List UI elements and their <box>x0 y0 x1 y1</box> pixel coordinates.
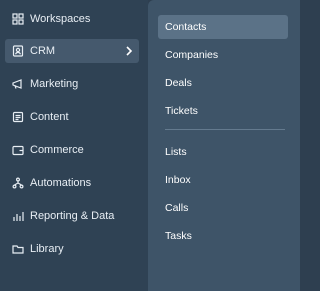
sidebar-item-content[interactable]: Content <box>5 105 139 129</box>
megaphone-icon <box>12 78 24 90</box>
submenu-item-companies[interactable]: Companies <box>158 43 288 67</box>
sidebar-item-marketing[interactable]: Marketing <box>5 72 139 96</box>
workflow-icon <box>12 177 24 189</box>
wallet-icon <box>12 144 24 156</box>
submenu-item-contacts[interactable]: Contacts <box>158 15 288 39</box>
sidebar-item-automations[interactable]: Automations <box>5 171 139 195</box>
sidebar-item-label: Automations <box>30 177 92 189</box>
sidebar-item-label: Marketing <box>30 78 79 90</box>
sidebar-item-workspaces[interactable]: Workspaces <box>5 7 139 31</box>
sidebar-nav: Workspaces CRM Marketing Content Commerc… <box>0 0 148 291</box>
sidebar-item-library[interactable]: Library <box>5 237 139 261</box>
submenu-item-deals[interactable]: Deals <box>158 71 288 95</box>
submenu-item-lists[interactable]: Lists <box>158 140 288 164</box>
sidebar-item-label: Reporting & Data <box>30 210 115 222</box>
bar-chart-icon <box>12 210 24 222</box>
sidebar-item-reporting[interactable]: Reporting & Data <box>5 204 139 228</box>
document-icon <box>12 111 24 123</box>
submenu-item-tasks[interactable]: Tasks <box>158 224 288 248</box>
sidebar-item-commerce[interactable]: Commerce <box>5 138 139 162</box>
folder-icon <box>12 243 24 255</box>
sidebar-item-label: Content <box>30 111 69 123</box>
sidebar-item-label: CRM <box>30 45 56 57</box>
contact-card-icon <box>12 45 24 57</box>
crm-submenu: Contacts Companies Deals Tickets Lists I… <box>148 0 300 291</box>
sidebar-item-label: Commerce <box>30 144 84 156</box>
sidebar-item-crm[interactable]: CRM <box>5 39 139 63</box>
sidebar-item-label: Library <box>30 243 64 255</box>
chevron-right-icon <box>125 45 133 57</box>
grid-icon <box>12 13 24 25</box>
sidebar-item-label: Workspaces <box>30 13 91 25</box>
submenu-item-calls[interactable]: Calls <box>158 196 288 220</box>
submenu-item-inbox[interactable]: Inbox <box>158 168 288 192</box>
submenu-item-tickets[interactable]: Tickets <box>158 99 288 123</box>
submenu-divider <box>165 129 285 130</box>
